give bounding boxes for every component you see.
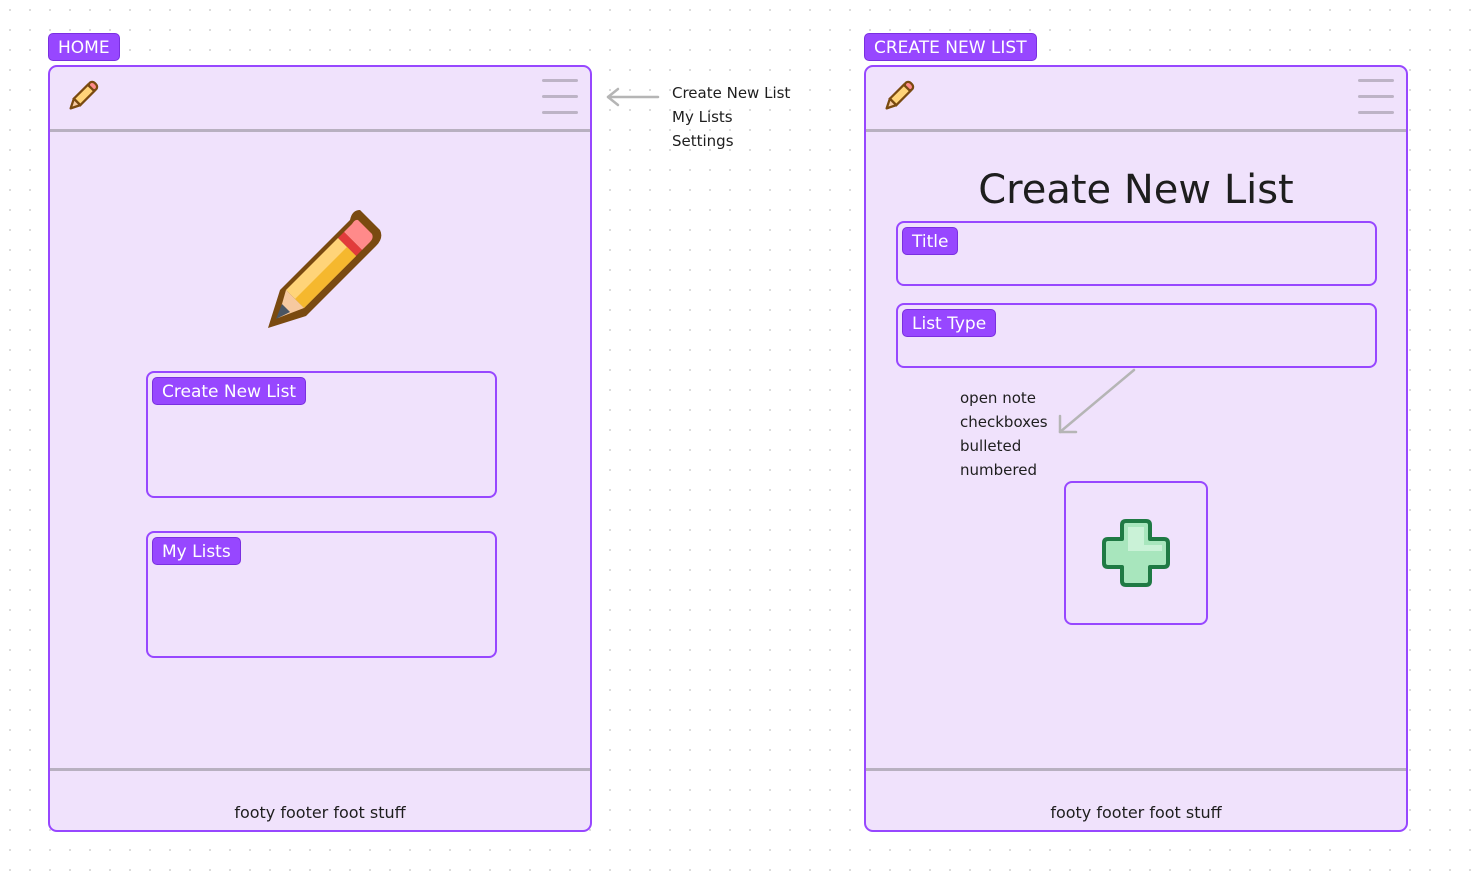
home-top-bar (50, 67, 590, 129)
footer-text: footy footer foot stuff (234, 803, 406, 822)
menu-items-note: Create New List My Lists Settings (672, 81, 790, 153)
home-screen: Create New List My Lists footy footer fo… (48, 65, 592, 832)
list-type-option: numbered (960, 461, 1037, 479)
create-new-list-button[interactable]: Create New List (146, 371, 497, 498)
hero-pencil-icon (252, 198, 392, 338)
header-divider (866, 129, 1406, 132)
list-type-option: checkboxes (960, 413, 1048, 431)
list-type-field-label: List Type (902, 309, 997, 337)
hamburger-menu-icon[interactable] (542, 79, 578, 115)
list-type-options-note: open note checkboxes bulleted numbered (960, 386, 1048, 482)
create-new-list-label: Create New List (152, 377, 307, 405)
menu-note-item: My Lists (672, 108, 733, 126)
create-frame-label: CREATE NEW LIST (864, 33, 1037, 61)
hamburger-menu-icon[interactable] (1358, 79, 1394, 115)
list-type-field[interactable]: List Type (896, 303, 1377, 368)
my-lists-button[interactable]: My Lists (146, 531, 497, 658)
home-frame-label: HOME (48, 33, 120, 61)
footer-divider (50, 768, 590, 771)
pencil-icon[interactable] (880, 77, 918, 115)
create-new-list-screen: Create New List Title List Type open not… (864, 65, 1408, 832)
footer-divider (866, 768, 1406, 771)
title-field-label: Title (902, 227, 959, 255)
list-type-option: bulleted (960, 437, 1022, 455)
header-divider (50, 129, 590, 132)
plus-icon (1100, 517, 1172, 589)
title-field[interactable]: Title (896, 221, 1377, 286)
footer-text: footy footer foot stuff (1050, 803, 1222, 822)
my-lists-label: My Lists (152, 537, 241, 565)
add-list-button[interactable] (1064, 481, 1208, 625)
list-type-option: open note (960, 389, 1036, 407)
pencil-icon[interactable] (64, 77, 102, 115)
arrow-icon (604, 86, 660, 108)
menu-note-item: Create New List (672, 84, 791, 102)
arrow-icon (1052, 366, 1138, 438)
menu-note-item: Settings (672, 132, 734, 150)
page-title: Create New List (978, 167, 1294, 213)
create-top-bar (866, 67, 1406, 129)
